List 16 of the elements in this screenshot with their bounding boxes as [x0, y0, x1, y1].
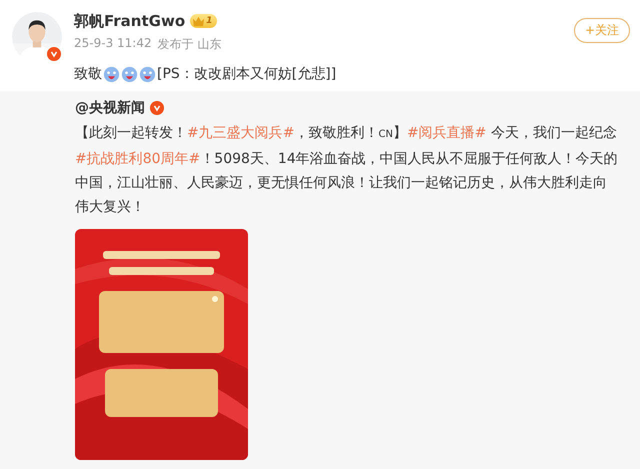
author-name[interactable]: 郭帆FrantGwo [74, 12, 186, 30]
emoji-icon [103, 66, 120, 82]
post-location: 发布于 山东 [158, 36, 222, 53]
topic-link[interactable]: #抗战胜利80周年# [75, 151, 200, 167]
level-badge: 1 [190, 14, 218, 28]
topic-link[interactable]: #阅兵直播# [406, 125, 486, 141]
post-time: 25-9-3 11:42 [74, 36, 152, 52]
emoji-icon [139, 66, 156, 82]
emoji-icon [121, 66, 138, 82]
follow-button[interactable]: +关注 [574, 18, 630, 43]
topic-link[interactable]: #九三盛大阅兵# [187, 125, 294, 141]
repost-text: 【此刻一起转发！#九三盛大阅兵#，致敬胜利！CN】#阅兵直播# 今天，我们一起纪念 #抗战胜利80周年#！5098天、14年浴血奋战，中国人民从不屈服于任何敌人！今天的中国，江山壮丽、人民豪迈，更无惧任何风浪！让我们一起铭记历史，从伟大胜利走向伟大复兴！ [75, 124, 619, 217]
author-name[interactable]: @央视新闻 [75, 99, 145, 117]
post-text: [PS：改改剧本又何妨[允悲]] [157, 65, 336, 83]
post-text: 致敬 [74, 65, 102, 83]
link[interactable]: CN [378, 129, 393, 140]
